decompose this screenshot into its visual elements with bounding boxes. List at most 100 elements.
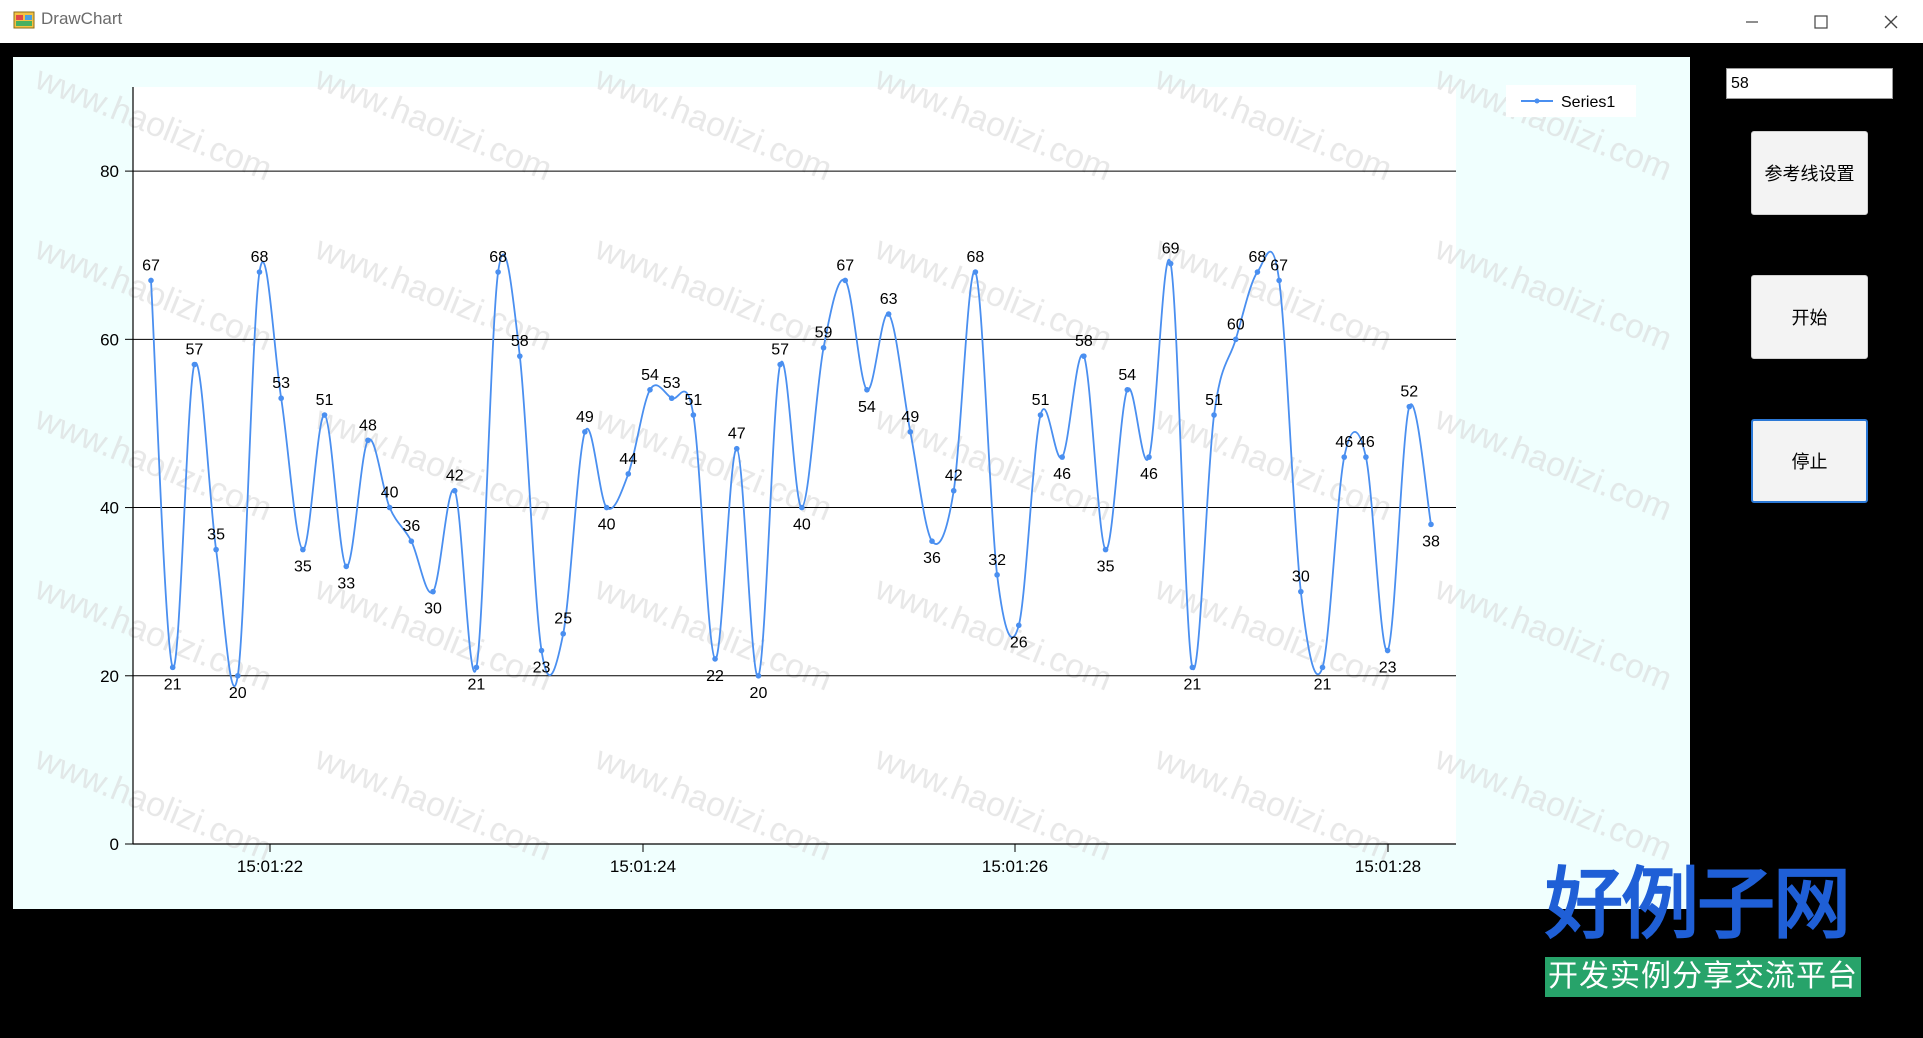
- data-label: 36: [402, 518, 420, 535]
- site-logo: 好例子网 开发实例分享交流平台: [1540, 855, 1870, 1035]
- application-window: DrawChart www.haolizi.com www.haolizi.com…: [0, 0, 1923, 1038]
- data-label: 35: [294, 559, 312, 576]
- legend-marker: [1534, 98, 1540, 104]
- data-label: 20: [229, 685, 247, 702]
- y-tick-label: 40: [100, 499, 119, 518]
- watermark-text: www.haolizi.com: [1429, 739, 1677, 869]
- data-label: 47: [728, 426, 746, 443]
- data-label: 21: [164, 676, 182, 693]
- stop-button[interactable]: 停止: [1751, 419, 1868, 503]
- data-point: [994, 572, 1000, 578]
- watermark-text: www.haolizi.com: [1429, 229, 1677, 359]
- data-label: 38: [1422, 533, 1440, 550]
- data-label: 46: [1140, 466, 1158, 483]
- data-point: [1211, 412, 1217, 418]
- data-point: [777, 361, 783, 368]
- data-point: [473, 664, 480, 671]
- data-point: [842, 277, 849, 284]
- close-button[interactable]: [1860, 0, 1922, 43]
- data-point: [430, 588, 436, 595]
- reference-line-settings-button[interactable]: 参考线设置: [1751, 131, 1868, 215]
- data-point: [234, 672, 241, 679]
- data-label: 46: [1357, 434, 1375, 451]
- data-point: [929, 538, 935, 544]
- data-point: [213, 546, 219, 553]
- data-point: [1146, 454, 1152, 460]
- data-point: [1319, 664, 1326, 671]
- watermark-text: www.haolizi.com: [1429, 399, 1677, 529]
- data-point: [1428, 521, 1434, 528]
- maximize-icon: [1814, 14, 1828, 29]
- data-label: 53: [663, 375, 681, 392]
- data-label: 26: [1010, 634, 1028, 651]
- data-label: 67: [142, 257, 160, 274]
- data-label: 63: [880, 291, 898, 308]
- data-label: 40: [381, 485, 399, 502]
- legend-series-name: Series1: [1561, 94, 1615, 111]
- value-input[interactable]: [1726, 68, 1893, 99]
- data-label: 68: [967, 249, 985, 266]
- data-point: [538, 647, 545, 654]
- data-label: 30: [424, 601, 442, 618]
- data-label: 53: [272, 375, 290, 392]
- data-label: 68: [1249, 249, 1267, 266]
- data-point: [733, 445, 740, 452]
- data-label: 33: [337, 575, 355, 592]
- data-point: [148, 277, 154, 284]
- data-label: 48: [359, 417, 377, 434]
- data-label: 49: [576, 409, 594, 426]
- data-label: 40: [598, 517, 616, 534]
- data-point: [1276, 277, 1282, 284]
- data-label: 57: [771, 342, 789, 359]
- data-point: [256, 269, 263, 275]
- data-point: [603, 504, 610, 511]
- x-tick-label: 15:01:26: [982, 857, 1048, 876]
- data-label: 23: [533, 660, 551, 677]
- data-label: 68: [489, 249, 507, 266]
- data-point: [668, 395, 675, 402]
- data-point: [1167, 260, 1174, 267]
- data-point: [1015, 622, 1022, 629]
- data-label: 22: [706, 668, 724, 685]
- data-point: [690, 412, 697, 418]
- watermark-text: www.haolizi.com: [1429, 59, 1677, 189]
- window-title: DrawChart: [41, 9, 123, 28]
- data-label: 57: [185, 342, 203, 359]
- minimize-icon: [1746, 20, 1758, 23]
- data-point: [1298, 588, 1304, 595]
- data-label: 35: [207, 527, 225, 544]
- watermark-text: www.haolizi.com: [1429, 569, 1677, 699]
- data-label: 69: [1162, 241, 1180, 258]
- data-label: 54: [641, 367, 659, 384]
- data-point: [950, 487, 957, 494]
- data-label: 46: [1053, 466, 1071, 483]
- start-button[interactable]: 开始: [1751, 275, 1868, 359]
- title-bar[interactable]: DrawChart: [0, 0, 1923, 43]
- data-label: 54: [858, 399, 876, 416]
- close-icon: [1884, 15, 1898, 28]
- data-point: [1406, 403, 1413, 410]
- minimize-button[interactable]: [1721, 0, 1783, 43]
- data-point: [820, 344, 827, 351]
- logo-title: 好例子网: [1545, 859, 1851, 950]
- app-icon: [13, 11, 35, 29]
- data-label: 21: [468, 676, 486, 693]
- data-label: 67: [1270, 257, 1288, 274]
- data-point: [1102, 546, 1109, 553]
- data-label: 42: [446, 468, 464, 485]
- data-point: [169, 664, 176, 671]
- data-point: [885, 311, 892, 317]
- data-point: [300, 546, 306, 553]
- data-point: [278, 395, 284, 402]
- data-label: 21: [1314, 676, 1332, 693]
- data-point: [625, 471, 632, 477]
- data-point: [408, 538, 415, 544]
- data-point: [1363, 454, 1369, 460]
- data-label: 21: [1183, 676, 1201, 693]
- data-point: [386, 504, 393, 511]
- data-label: 51: [1205, 392, 1223, 409]
- data-point: [712, 656, 718, 662]
- maximize-button[interactable]: [1790, 0, 1852, 43]
- data-point: [191, 361, 198, 368]
- data-point: [365, 437, 371, 444]
